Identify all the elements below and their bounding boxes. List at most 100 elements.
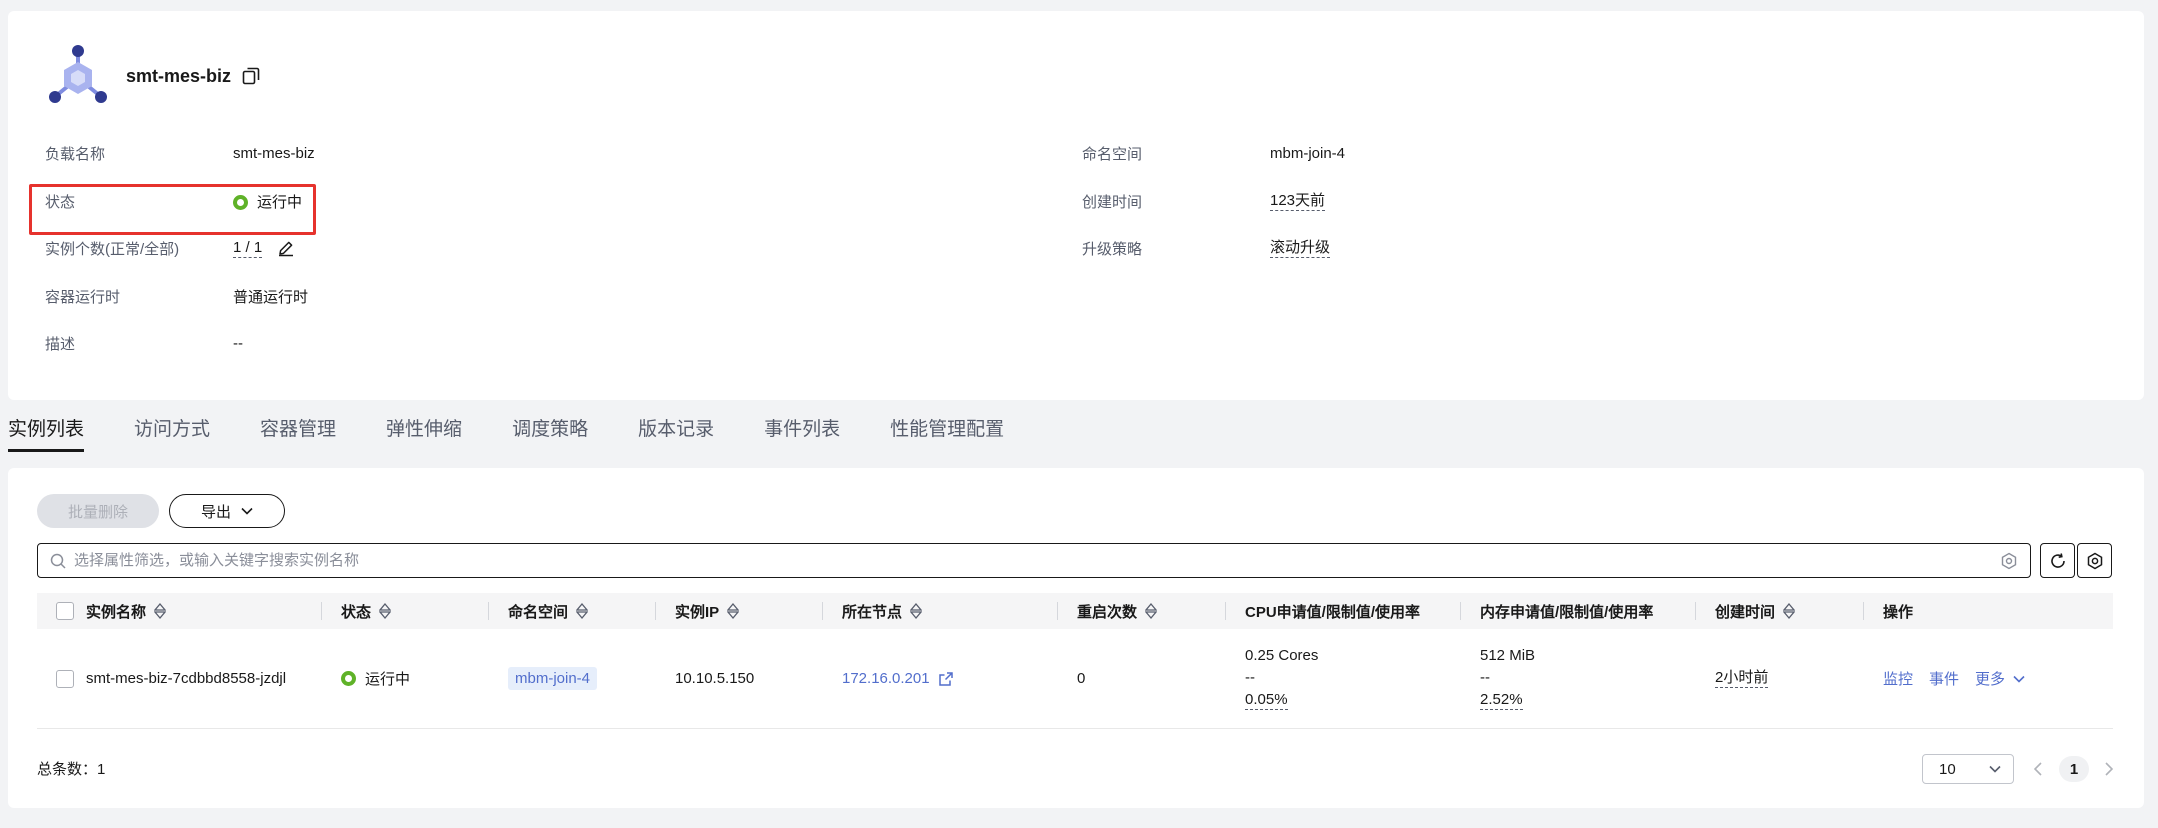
sort-icon[interactable] bbox=[379, 603, 392, 619]
filter-settings-icon[interactable] bbox=[2000, 552, 2018, 570]
tab-containers[interactable]: 容器管理 bbox=[260, 416, 336, 454]
memory-limit: -- bbox=[1480, 669, 1490, 686]
cell-memory: 512 MiB -- 2.52% bbox=[1460, 629, 1695, 728]
node-link[interactable]: 172.16.0.201 bbox=[842, 670, 930, 687]
instance-count-value[interactable]: 1 / 1 bbox=[233, 239, 263, 258]
tab-events[interactable]: 事件列表 bbox=[764, 416, 840, 454]
field-instance-count: 实例个数(正常/全部) 1 / 1 bbox=[45, 233, 295, 263]
copy-icon[interactable] bbox=[241, 66, 261, 86]
workload-header: smt-mes-biz bbox=[46, 41, 261, 111]
header-memory: 内存申请值/限制值/使用率 bbox=[1460, 593, 1695, 629]
tab-performance-config[interactable]: 性能管理配置 bbox=[890, 416, 1004, 454]
field-value: 普通运行时 bbox=[233, 288, 309, 306]
page-size-value: 10 bbox=[1939, 760, 1956, 778]
select-all-checkbox[interactable] bbox=[56, 602, 74, 620]
cpu-request: 0.25 Cores bbox=[1245, 647, 1319, 664]
upgrade-strategy-value[interactable]: 滚动升级 bbox=[1270, 239, 1331, 258]
search-bar[interactable] bbox=[37, 543, 2031, 578]
cell-status: 运行中 bbox=[321, 629, 488, 728]
field-label: 负载名称 bbox=[45, 145, 106, 163]
search-input[interactable] bbox=[74, 552, 2000, 569]
more-dropdown[interactable]: 更多 bbox=[1975, 668, 2025, 689]
header-name: 实例名称 bbox=[37, 593, 321, 629]
sort-icon[interactable] bbox=[727, 603, 740, 619]
instance-name: smt-mes-biz-7cdbbd8558-jzdjl bbox=[86, 670, 287, 687]
cell-ip: 10.10.5.150 bbox=[655, 629, 822, 728]
field-label: 实例个数(正常/全部) bbox=[45, 240, 180, 258]
field-value: smt-mes-biz bbox=[233, 144, 315, 162]
header-label: 所在节点 bbox=[842, 603, 903, 621]
workload-info-card: smt-mes-biz 负载名称 smt-mes-biz 状态 运行中 实例个数… bbox=[8, 11, 2144, 400]
total-count: 总条数：1 bbox=[37, 761, 106, 778]
sort-icon[interactable] bbox=[1783, 603, 1796, 619]
more-label: 更多 bbox=[1975, 671, 2006, 688]
field-label: 升级策略 bbox=[1082, 240, 1143, 258]
workload-name: smt-mes-biz bbox=[126, 65, 232, 86]
table-settings-button[interactable] bbox=[2077, 543, 2112, 578]
cell-namespace: mbm-join-4 bbox=[488, 629, 655, 728]
cpu-limit: -- bbox=[1245, 669, 1255, 686]
namespace-tag: mbm-join-4 bbox=[508, 667, 598, 690]
export-label: 导出 bbox=[200, 503, 231, 521]
restart-count: 0 bbox=[1077, 670, 1086, 687]
sort-icon[interactable] bbox=[576, 603, 589, 619]
tab-versions[interactable]: 版本记录 bbox=[638, 416, 714, 454]
field-label: 命名空间 bbox=[1082, 145, 1143, 163]
memory-request: 512 MiB bbox=[1480, 647, 1536, 664]
header-status: 状态 bbox=[321, 593, 488, 629]
refresh-button[interactable] bbox=[2040, 543, 2075, 578]
instance-table: 实例名称 状态 命名空间 实例IP 所在节点 重启次数 CPU申请值/限制值/使… bbox=[37, 593, 2113, 729]
memory-usage[interactable]: 2.52% bbox=[1480, 691, 1523, 710]
cell-cpu: 0.25 Cores -- 0.05% bbox=[1225, 629, 1460, 728]
edit-icon[interactable] bbox=[277, 239, 295, 257]
page-size-select[interactable]: 10 bbox=[1922, 754, 2014, 784]
header-node: 所在节点 bbox=[822, 593, 1057, 629]
field-runtime: 容器运行时 普通运行时 bbox=[45, 281, 308, 311]
header-label: 实例名称 bbox=[86, 603, 147, 621]
cpu-usage[interactable]: 0.05% bbox=[1245, 691, 1288, 710]
cell-name: smt-mes-biz-7cdbbd8558-jzdjl bbox=[37, 629, 321, 728]
field-created-time: 创建时间 123天前 bbox=[1082, 186, 1326, 216]
header-namespace: 命名空间 bbox=[488, 593, 655, 629]
batch-delete-button[interactable]: 批量删除 bbox=[37, 494, 159, 528]
next-page-button[interactable] bbox=[2098, 758, 2120, 780]
running-status-icon bbox=[341, 671, 356, 686]
sort-icon[interactable] bbox=[910, 603, 923, 619]
instance-ip: 10.10.5.150 bbox=[675, 670, 755, 687]
field-upgrade-strategy: 升级策略 滚动升级 bbox=[1082, 233, 1331, 263]
export-button[interactable]: 导出 bbox=[169, 494, 285, 528]
monitor-link[interactable]: 监控 bbox=[1883, 668, 1913, 689]
field-label: 创建时间 bbox=[1082, 193, 1143, 211]
field-description: 描述 -- bbox=[45, 328, 243, 358]
header-label: CPU申请值/限制值/使用率 bbox=[1245, 603, 1421, 621]
sort-icon[interactable] bbox=[154, 603, 167, 619]
field-label: 描述 bbox=[45, 335, 76, 353]
header-cpu: CPU申请值/限制值/使用率 bbox=[1225, 593, 1460, 629]
field-workload-name: 负载名称 smt-mes-biz bbox=[45, 138, 315, 168]
chevron-down-icon bbox=[2013, 675, 2025, 683]
tab-instance-list[interactable]: 实例列表 bbox=[8, 416, 85, 454]
created-time[interactable]: 2小时前 bbox=[1715, 669, 1769, 688]
header-label: 操作 bbox=[1883, 603, 1914, 621]
tab-access-mode[interactable]: 访问方式 bbox=[134, 416, 210, 454]
gear-icon bbox=[2087, 552, 2102, 569]
field-namespace: 命名空间 mbm-join-4 bbox=[1082, 138, 1345, 168]
cell-created: 2小时前 bbox=[1695, 629, 1863, 728]
external-link-icon[interactable] bbox=[938, 671, 954, 687]
sort-icon[interactable] bbox=[1145, 603, 1158, 619]
cell-node: 172.16.0.201 bbox=[822, 629, 1057, 728]
prev-page-button[interactable] bbox=[2027, 758, 2049, 780]
header-created: 创建时间 bbox=[1695, 593, 1863, 629]
page-number[interactable]: 1 bbox=[2059, 756, 2089, 782]
created-time-value[interactable]: 123天前 bbox=[1270, 192, 1326, 211]
workload-logo-icon bbox=[49, 45, 107, 103]
header-label: 实例IP bbox=[675, 603, 720, 621]
tab-scheduling[interactable]: 调度策略 bbox=[512, 416, 588, 454]
detail-tabs: 实例列表 访问方式 容器管理 弹性伸缩 调度策略 版本记录 事件列表 性能管理配… bbox=[8, 416, 1054, 454]
event-link[interactable]: 事件 bbox=[1929, 668, 1959, 689]
header-label: 创建时间 bbox=[1715, 603, 1776, 621]
chevron-down-icon bbox=[1989, 765, 2001, 773]
field-value: -- bbox=[233, 334, 243, 352]
tab-autoscaling[interactable]: 弹性伸缩 bbox=[386, 416, 462, 454]
row-checkbox[interactable] bbox=[56, 669, 74, 688]
